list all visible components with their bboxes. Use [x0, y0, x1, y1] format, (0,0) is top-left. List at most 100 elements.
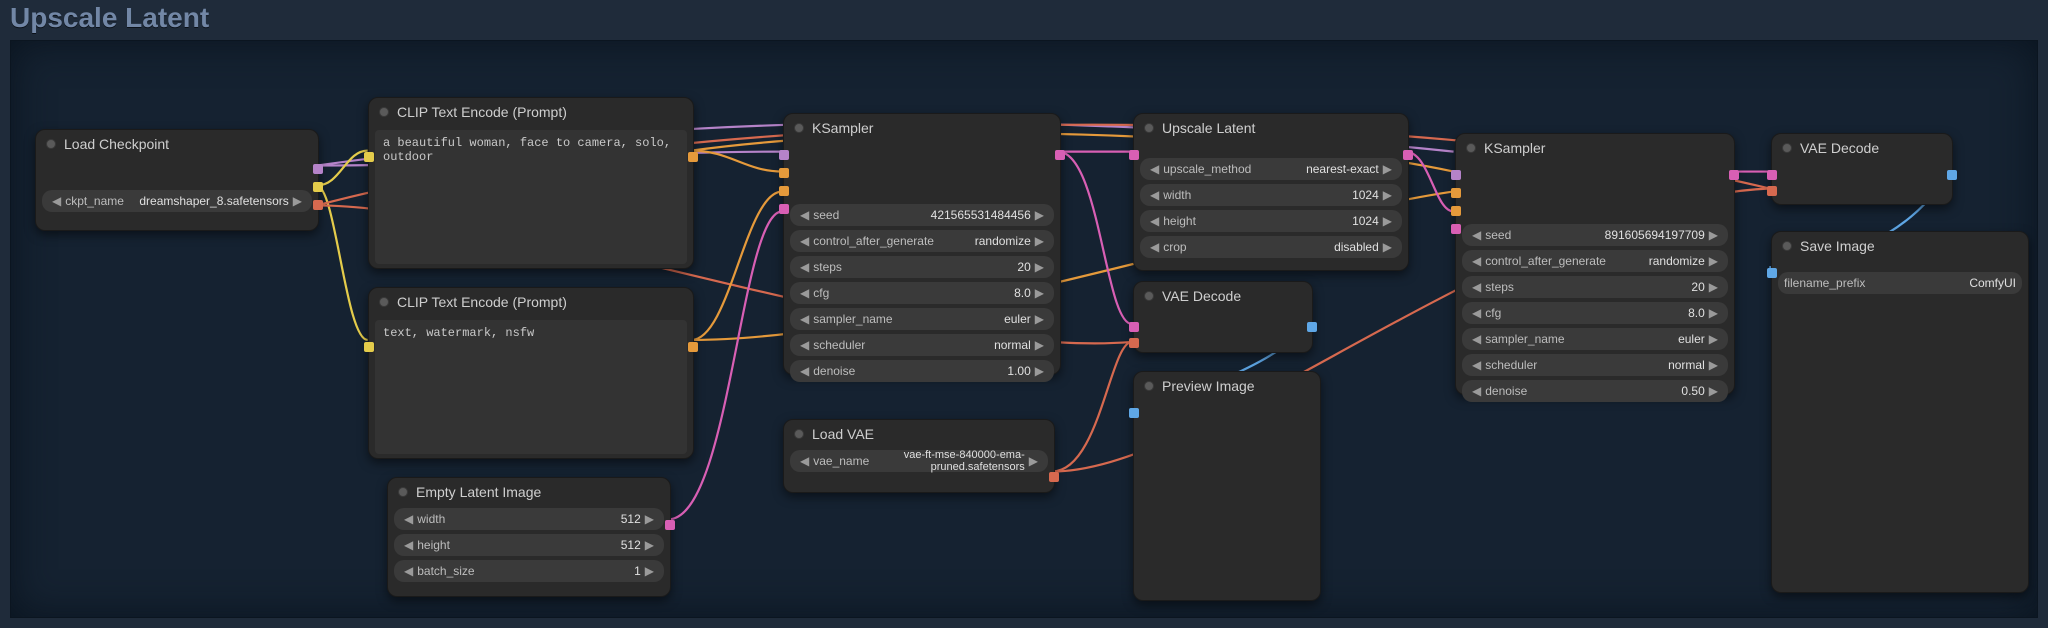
port-vae-in[interactable] — [1767, 186, 1777, 196]
chevron-left-icon[interactable]: ◀ — [796, 364, 813, 378]
chevron-right-icon[interactable]: ▶ — [1379, 162, 1396, 176]
param-ksampler2-sampler-name[interactable]: ◀sampler_nameeuler▶ — [1462, 328, 1728, 350]
param-ksampler1-steps[interactable]: ◀steps20▶ — [790, 256, 1054, 278]
collapse-icon[interactable] — [46, 139, 56, 149]
chevron-right-icon[interactable]: ▶ — [1031, 260, 1048, 274]
prompt-textarea[interactable]: text, watermark, nsfw — [375, 320, 687, 454]
chevron-right-icon[interactable]: ▶ — [1705, 254, 1722, 268]
port-conditioning-out[interactable] — [688, 152, 698, 162]
port-image-out[interactable] — [1307, 322, 1317, 332]
port-samples-in[interactable] — [1129, 322, 1139, 332]
port-latent-out[interactable] — [665, 520, 675, 530]
chevron-right-icon[interactable]: ▶ — [641, 564, 658, 578]
param-ksampler1-scheduler[interactable]: ◀schedulernormal▶ — [790, 334, 1054, 356]
param-empty-latent-width[interactable]: ◀width512▶ — [394, 508, 664, 530]
chevron-left-icon[interactable]: ◀ — [1468, 306, 1485, 320]
collapse-icon[interactable] — [1144, 291, 1154, 301]
param-upscale-upscale-method[interactable]: ◀upscale_methodnearest-exact▶ — [1140, 158, 1402, 180]
chevron-right-icon[interactable]: ▶ — [1031, 338, 1048, 352]
chevron-left-icon[interactable]: ◀ — [796, 286, 813, 300]
chevron-left-icon[interactable]: ◀ — [48, 194, 65, 208]
chevron-right-icon[interactable]: ▶ — [1705, 358, 1722, 372]
collapse-icon[interactable] — [1144, 381, 1154, 391]
port-images-in[interactable] — [1129, 408, 1139, 418]
chevron-left-icon[interactable]: ◀ — [1146, 240, 1163, 254]
chevron-left-icon[interactable]: ◀ — [796, 312, 813, 326]
chevron-right-icon[interactable]: ▶ — [641, 538, 658, 552]
chevron-left-icon[interactable]: ◀ — [1146, 162, 1163, 176]
chevron-right-icon[interactable]: ▶ — [1379, 188, 1396, 202]
collapse-icon[interactable] — [398, 487, 408, 497]
param-upscale-height[interactable]: ◀height1024▶ — [1140, 210, 1402, 232]
param-ksampler1-seed[interactable]: ◀seed421565531484456▶ — [790, 204, 1054, 226]
port-latent-out[interactable] — [1055, 150, 1065, 160]
port-samples-in[interactable] — [1767, 170, 1777, 180]
port-clip[interactable] — [313, 182, 323, 192]
port-image-out[interactable] — [1947, 170, 1957, 180]
port-negative-in[interactable] — [779, 186, 789, 196]
node-load-checkpoint[interactable]: Load Checkpoint ◀ ckpt_name dreamshaper_… — [35, 129, 319, 231]
node-clip-text-encode-negative[interactable]: CLIP Text Encode (Prompt) text, watermar… — [368, 287, 694, 459]
chevron-right-icon[interactable]: ▶ — [1705, 306, 1722, 320]
param-ksampler1-sampler-name[interactable]: ◀sampler_nameeuler▶ — [790, 308, 1054, 330]
param-ksampler1-control-after-generate[interactable]: ◀control_after_generaterandomize▶ — [790, 230, 1054, 252]
chevron-right-icon[interactable]: ▶ — [1031, 234, 1048, 248]
param-ksampler1-cfg[interactable]: ◀cfg8.0▶ — [790, 282, 1054, 304]
chevron-left-icon[interactable]: ◀ — [1146, 188, 1163, 202]
port-latent-in[interactable] — [1451, 224, 1461, 234]
chevron-right-icon[interactable]: ▶ — [1705, 332, 1722, 346]
node-save-image[interactable]: Save Image filename_prefix ComfyUI — [1771, 231, 2029, 593]
port-latent-in[interactable] — [779, 204, 789, 214]
chevron-right-icon[interactable]: ▶ — [1705, 384, 1722, 398]
chevron-left-icon[interactable]: ◀ — [796, 208, 813, 222]
port-model[interactable] — [313, 164, 323, 174]
port-images-in[interactable] — [1767, 268, 1777, 278]
port-clip-in[interactable] — [364, 342, 374, 352]
port-model-in[interactable] — [779, 150, 789, 160]
node-preview-image[interactable]: Preview Image — [1133, 371, 1321, 601]
chevron-right-icon[interactable]: ▶ — [1031, 312, 1048, 326]
chevron-left-icon[interactable]: ◀ — [400, 564, 417, 578]
chevron-left-icon[interactable]: ◀ — [1468, 228, 1485, 242]
collapse-icon[interactable] — [794, 429, 804, 439]
chevron-right-icon[interactable]: ▶ — [1705, 280, 1722, 294]
param-ksampler2-cfg[interactable]: ◀cfg8.0▶ — [1462, 302, 1728, 324]
node-upscale-latent[interactable]: Upscale Latent ◀upscale_methodnearest-ex… — [1133, 113, 1409, 271]
param-ksampler1-denoise[interactable]: ◀denoise1.00▶ — [790, 360, 1054, 382]
port-samples-in[interactable] — [1129, 150, 1139, 160]
port-positive-in[interactable] — [779, 168, 789, 178]
chevron-right-icon[interactable]: ▶ — [289, 194, 306, 208]
node-ksampler-2[interactable]: KSampler ◀seed891605694197709▶◀control_a… — [1455, 133, 1735, 395]
collapse-icon[interactable] — [1782, 143, 1792, 153]
node-canvas[interactable]: Load Checkpoint ◀ ckpt_name dreamshaper_… — [10, 40, 2038, 618]
chevron-left-icon[interactable]: ◀ — [1468, 358, 1485, 372]
port-latent-out[interactable] — [1403, 150, 1413, 160]
node-vae-decode-2[interactable]: VAE Decode — [1771, 133, 1953, 205]
node-clip-text-encode-positive[interactable]: CLIP Text Encode (Prompt) a beautiful wo… — [368, 97, 694, 269]
port-vae-out[interactable] — [1049, 472, 1059, 482]
chevron-left-icon[interactable]: ◀ — [400, 538, 417, 552]
param-ksampler2-seed[interactable]: ◀seed891605694197709▶ — [1462, 224, 1728, 246]
chevron-left-icon[interactable]: ◀ — [796, 260, 813, 274]
param-upscale-crop[interactable]: ◀cropdisabled▶ — [1140, 236, 1402, 258]
param-upscale-width[interactable]: ◀width1024▶ — [1140, 184, 1402, 206]
port-conditioning-out[interactable] — [688, 342, 698, 352]
chevron-left-icon[interactable]: ◀ — [1468, 254, 1485, 268]
port-positive-in[interactable] — [1451, 188, 1461, 198]
param-ksampler2-steps[interactable]: ◀steps20▶ — [1462, 276, 1728, 298]
port-model-in[interactable] — [1451, 170, 1461, 180]
port-clip-in[interactable] — [364, 152, 374, 162]
collapse-icon[interactable] — [1144, 123, 1154, 133]
chevron-left-icon[interactable]: ◀ — [796, 454, 813, 468]
chevron-left-icon[interactable]: ◀ — [796, 338, 813, 352]
param-ksampler2-scheduler[interactable]: ◀schedulernormal▶ — [1462, 354, 1728, 376]
port-latent-out[interactable] — [1729, 170, 1739, 180]
chevron-right-icon[interactable]: ▶ — [1031, 286, 1048, 300]
prompt-textarea[interactable]: a beautiful woman, face to camera, solo,… — [375, 130, 687, 264]
collapse-icon[interactable] — [794, 123, 804, 133]
chevron-right-icon[interactable]: ▶ — [1031, 208, 1048, 222]
param-ksampler2-denoise[interactable]: ◀denoise0.50▶ — [1462, 380, 1728, 402]
chevron-right-icon[interactable]: ▶ — [1025, 454, 1042, 468]
node-ksampler-1[interactable]: KSampler ◀seed421565531484456▶◀control_a… — [783, 113, 1061, 375]
chevron-left-icon[interactable]: ◀ — [796, 234, 813, 248]
